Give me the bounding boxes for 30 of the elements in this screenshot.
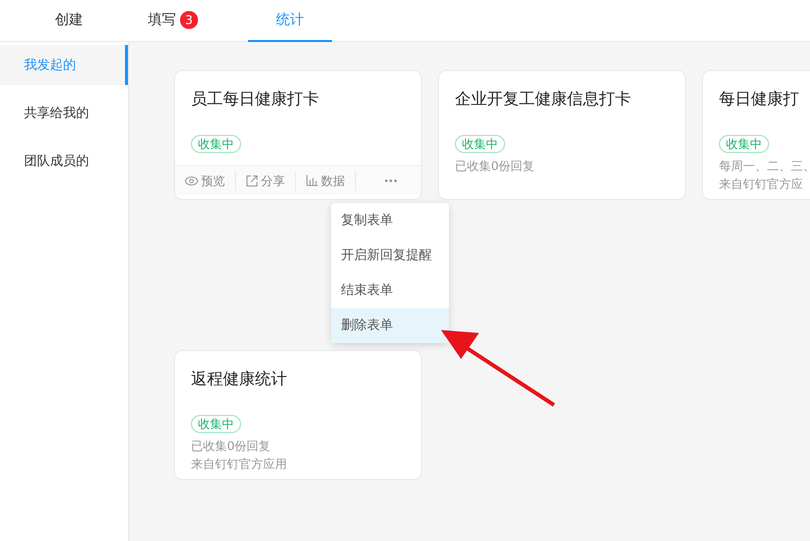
menu-item[interactable]: 结束表单 bbox=[331, 273, 449, 308]
eye-icon bbox=[185, 176, 198, 186]
sidebar-item[interactable]: 团队成员的 bbox=[0, 141, 128, 182]
card-info: 已收集0份回复 bbox=[454, 158, 536, 175]
tab[interactable]: 创建 bbox=[55, 0, 83, 42]
status-tag: 收集中 bbox=[191, 135, 241, 153]
form-card[interactable]: 返程健康统计 收集中 已收集0份回复 来自钉钉官方应用 bbox=[174, 350, 422, 480]
menu-item[interactable]: 开启新回复提醒 bbox=[331, 238, 449, 273]
card-title: 企业开复工健康信息打卡 bbox=[454, 88, 632, 110]
card-info: 来自钉钉官方应 bbox=[718, 176, 804, 193]
card-info: 每周一、二、三、 bbox=[718, 158, 810, 175]
action-button[interactable]: 数据 bbox=[296, 172, 355, 190]
share-icon bbox=[246, 174, 258, 186]
card-title: 每日健康打 bbox=[718, 88, 800, 110]
menu-item[interactable]: 删除表单 bbox=[331, 308, 449, 343]
form-card[interactable]: 企业开复工健康信息打卡 收集中 已收集0份回复 bbox=[438, 70, 686, 200]
sidebar-item[interactable]: 共享给我的 bbox=[0, 93, 128, 134]
tab[interactable]: 填写 3 bbox=[148, 0, 198, 42]
count-badge: 3 bbox=[180, 11, 198, 29]
card-info: 来自钉钉官方应用 bbox=[190, 456, 288, 473]
status-tag: 收集中 bbox=[191, 415, 241, 433]
bar-chart-icon bbox=[306, 175, 318, 186]
status-tag: 收集中 bbox=[719, 135, 769, 153]
status-tag: 收集中 bbox=[455, 135, 505, 153]
form-card[interactable]: 每日健康打 收集中 每周一、二、三、 来自钉钉官方应 bbox=[702, 70, 810, 200]
menu-item[interactable]: 复制表单 bbox=[331, 203, 449, 238]
card-title: 员工每日健康打卡 bbox=[190, 88, 320, 110]
form-card[interactable]: 员工每日健康打卡 收集中 预览 分享 数据 ··· bbox=[174, 70, 422, 200]
card-title: 返程健康统计 bbox=[190, 368, 288, 390]
card-info: 已收集0份回复 bbox=[190, 438, 272, 455]
